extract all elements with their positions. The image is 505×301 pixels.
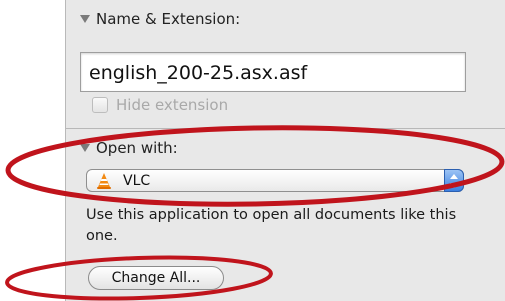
filename-field[interactable]: english_200-25.asx.asf — [80, 52, 466, 92]
hide-extension-checkbox[interactable] — [92, 97, 108, 113]
open-with-title: Open with: — [96, 139, 178, 157]
selected-app-label: VLC — [123, 172, 151, 189]
open-with-description: Use this application to open all documen… — [86, 207, 457, 244]
hide-extension-row[interactable]: Hide extension — [92, 96, 228, 114]
open-with-popup[interactable]: VLC — [86, 169, 464, 192]
disclosure-triangle-icon[interactable] — [80, 144, 90, 152]
info-panel: Name & Extension: english_200-25.asx.asf… — [65, 0, 505, 301]
open-with-header[interactable]: Open with: — [80, 139, 178, 157]
hide-extension-label: Hide extension — [116, 96, 229, 114]
name-extension-header[interactable]: Name & Extension: — [80, 10, 240, 28]
section-divider — [66, 128, 505, 129]
popup-arrows-icon[interactable] — [444, 169, 464, 192]
disclosure-triangle-icon[interactable] — [80, 15, 90, 23]
vlc-cone-icon — [95, 172, 113, 190]
name-extension-title: Name & Extension: — [96, 10, 241, 28]
change-all-button[interactable]: Change All... — [88, 266, 224, 290]
